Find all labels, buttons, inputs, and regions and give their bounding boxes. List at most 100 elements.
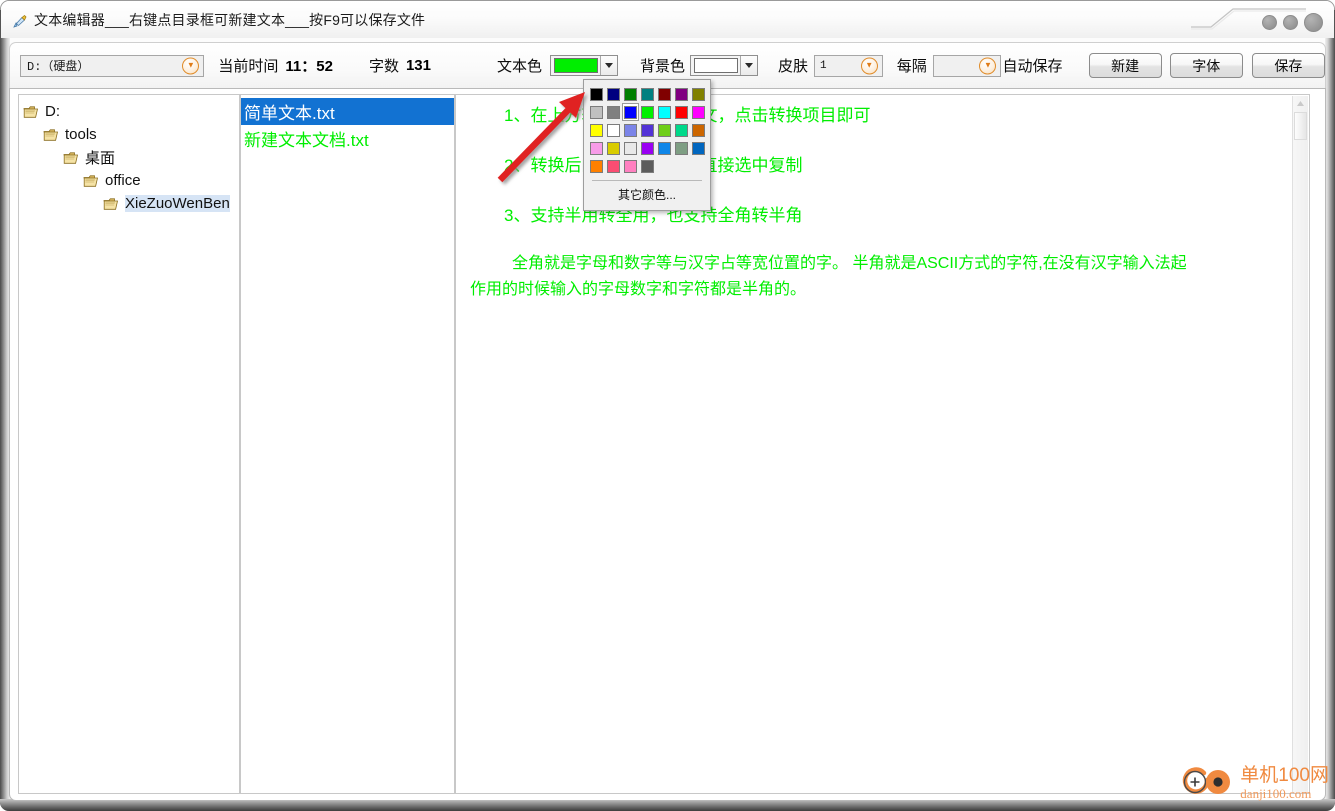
wordcount-value: 131 [405, 57, 431, 74]
tree-item-label: tools [65, 126, 97, 143]
tree-item-office[interactable]: office [23, 169, 239, 192]
palette-swatch[interactable] [622, 157, 639, 175]
palette-swatch[interactable] [690, 121, 707, 139]
palette-swatch[interactable] [639, 139, 656, 157]
chevron-down-icon[interactable]: ▼ [860, 57, 878, 74]
palette-swatch-color [607, 159, 620, 173]
textcolor-label: 文本色 [496, 58, 542, 75]
time-label: 当前时间 [218, 58, 279, 75]
palette-swatch-color [624, 123, 637, 137]
minimize-button[interactable] [1262, 15, 1277, 30]
application-window: 文本编辑器___右键点目录框可新建文本___按F9可以保存文件 D:（硬盘） ▼… [0, 0, 1335, 811]
textcolor-button[interactable] [550, 55, 618, 76]
palette-swatch-color [692, 105, 705, 119]
palette-swatch[interactable] [605, 103, 622, 121]
folder-icon [23, 105, 40, 118]
editor-paragraph-line-2: 作用的时候输入的字母数字和字符都是半角的。 [470, 281, 807, 298]
close-button[interactable] [1304, 13, 1323, 32]
palette-swatch[interactable] [656, 121, 673, 139]
palette-swatch[interactable] [656, 85, 673, 103]
palette-swatch[interactable] [588, 139, 605, 157]
palette-swatch[interactable] [605, 121, 622, 139]
file-list-item[interactable]: 简单文本.txt [241, 98, 454, 125]
palette-swatch[interactable] [673, 103, 690, 121]
palette-swatch-color [590, 123, 603, 137]
palette-swatch-color [624, 159, 637, 173]
tree-item-label: D: [45, 103, 60, 120]
palette-swatch-color [692, 141, 705, 155]
palette-swatch[interactable] [639, 157, 656, 175]
tree-item-label: office [105, 172, 141, 189]
directory-tree-panel[interactable]: D: tools 桌面 office XieZuoWenBen [18, 94, 240, 794]
palette-swatch[interactable] [639, 103, 656, 121]
editor-scrollbar[interactable] [1292, 96, 1308, 793]
tree-item-xiezuowenben[interactable]: XieZuoWenBen [23, 192, 239, 215]
palette-swatch[interactable] [690, 103, 707, 121]
palette-swatch[interactable] [690, 139, 707, 157]
file-list-panel[interactable]: 简单文本.txt 新建文本文档.txt [240, 94, 455, 794]
palette-swatch-color [675, 87, 688, 101]
tree-item-tools[interactable]: tools [23, 123, 239, 146]
drive-select[interactable]: D:（硬盘） ▼ [20, 54, 205, 77]
editor-paragraph-line-1: 全角就是字母和数字等与汉字占等宽位置的字。 半角就是ASCII方式的字符,在没有… [512, 255, 1187, 272]
palette-swatch[interactable] [622, 121, 639, 139]
palette-swatch[interactable] [656, 139, 673, 157]
palette-swatch[interactable] [622, 103, 639, 121]
palette-swatch[interactable] [656, 103, 673, 121]
palette-swatch[interactable] [588, 85, 605, 103]
palette-swatch[interactable] [690, 85, 707, 103]
file-list: 简单文本.txt 新建文本文档.txt [241, 95, 454, 152]
editor-paragraph: 全角就是字母和数字等与汉字占等宽位置的字。 半角就是ASCII方式的字符,在没有… [470, 251, 1295, 303]
folder-icon [103, 197, 120, 210]
window-frame-right-edge [1325, 10, 1335, 811]
palette-swatch[interactable] [588, 103, 605, 121]
bgcolor-button[interactable] [690, 55, 759, 76]
palette-swatch-color [658, 87, 671, 101]
bgcolor-swatch [694, 58, 739, 73]
palette-swatch[interactable] [622, 85, 639, 103]
scroll-up-icon[interactable] [1293, 96, 1308, 111]
palette-swatch[interactable] [673, 139, 690, 157]
palette-swatch-color [675, 105, 688, 119]
palette-swatch-color [641, 105, 654, 119]
tree-item-d-[interactable]: D: [23, 100, 239, 123]
palette-swatch[interactable] [639, 85, 656, 103]
save-button[interactable]: 保存 [1251, 53, 1326, 78]
font-button[interactable]: 字体 [1169, 53, 1243, 78]
chevron-down-icon [605, 63, 613, 68]
bgcolor-dropdown-arrow[interactable] [740, 56, 758, 75]
palette-swatch[interactable] [605, 139, 622, 157]
palette-swatch-color [624, 141, 637, 155]
palette-swatch[interactable] [605, 85, 622, 103]
new-button[interactable]: 新建 [1088, 53, 1162, 78]
palette-swatch[interactable] [673, 121, 690, 139]
maximize-button[interactable] [1283, 15, 1298, 30]
palette-swatch-color [607, 141, 620, 155]
chevron-down-icon[interactable]: ▼ [979, 57, 997, 74]
more-colors-item[interactable]: 其它颜色... [588, 184, 706, 207]
tree-item--[interactable]: 桌面 [23, 146, 239, 169]
palette-swatch[interactable] [639, 121, 656, 139]
title-bar: 文本编辑器___右键点目录框可新建文本___按F9可以保存文件 [1, 1, 1334, 38]
drive-select-value: D:（硬盘） [27, 60, 90, 74]
file-list-item[interactable]: 新建文本文档.txt [241, 125, 454, 152]
palette-swatch[interactable] [605, 157, 622, 175]
palette-swatch-color [658, 141, 671, 155]
chevron-down-icon [745, 63, 754, 68]
palette-swatch-color [590, 87, 603, 101]
skin-label: 皮肤 [778, 58, 809, 75]
palette-swatch[interactable] [588, 121, 605, 139]
skin-input[interactable]: 1 ▼ [814, 54, 883, 77]
textcolor-dropdown-arrow[interactable] [600, 56, 617, 75]
palette-swatch[interactable] [673, 85, 690, 103]
editor-scrollbar-thumb[interactable] [1294, 112, 1307, 140]
color-palette-dropdown[interactable]: 其它颜色... [583, 79, 711, 211]
interval-input[interactable]: ▼ [932, 54, 1002, 77]
brush-icon [12, 13, 28, 29]
palette-swatch[interactable] [588, 157, 605, 175]
wordcount-label: 字数 [368, 58, 399, 75]
chevron-down-icon[interactable]: ▼ [182, 57, 200, 74]
palette-swatch-color [590, 141, 603, 155]
palette-swatch[interactable] [622, 139, 639, 157]
tree-item-label: XieZuoWenBen [125, 195, 230, 212]
